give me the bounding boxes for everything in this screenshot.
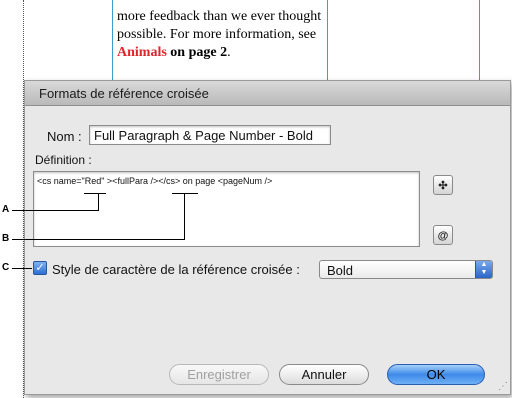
charstyle-checkbox[interactable]: ✓ [33,261,47,275]
definition-label: Définition : [35,153,92,167]
insert-text-icon: ✣ [438,180,448,192]
name-field[interactable]: Full Paragraph & Page Number - Bold [89,125,331,145]
doc-line-2: possible. For more information, see [117,27,317,42]
callout-b-line-up [184,193,185,240]
callout-b-line [12,239,184,240]
callout-a-line-up [98,193,99,211]
charstyle-select[interactable]: Bold ▲ ▼ [319,260,493,279]
charstyle-value: Bold [327,263,354,278]
insert-text-button[interactable]: ✣ [433,175,453,195]
document-text: more feedback than we ever thought possi… [117,8,327,62]
callout-b-bracket [172,193,198,194]
doc-period: . [227,45,231,60]
dialog-titlebar[interactable]: Formats de référence croisée [25,81,510,106]
cross-reference-link: Animals [117,45,167,60]
name-label: Nom : [47,129,82,144]
checkmark-icon: ✓ [35,262,45,274]
callout-c: C [2,262,10,273]
charstyle-label: Style de caractère de la référence crois… [52,262,300,277]
doc-line-1: more feedback than we ever thought [117,9,322,24]
resize-grip-icon[interactable]: ⋰ [498,381,508,392]
margin-guide [479,0,480,80]
callout-a-bracket [84,193,106,194]
cross-reference-page: on page 2 [166,45,228,60]
callout-a: A [2,204,10,215]
cancel-button[interactable]: Annuler [279,364,369,385]
save-button[interactable]: Enregistrer [169,364,269,385]
dialog-title: Formats de référence croisée [39,86,209,101]
callout-b: B [2,233,10,244]
ok-button[interactable]: OK [387,364,485,385]
insert-special-character-button[interactable]: @ [433,225,453,245]
insert-special-character-icon: @ [437,230,449,242]
definition-text: <cs name="Red" ><fullPara /></cs> on pag… [37,176,273,186]
callout-a-line [12,210,98,211]
callout-c-line [12,268,32,269]
cross-reference-formats-dialog: Formats de référence croisée Nom : Full … [24,80,511,395]
doc-line-3: Animals on page 2. [117,44,327,62]
updown-arrows-icon: ▲ ▼ [475,261,492,278]
definition-field[interactable]: <cs name="Red" ><fullPara /></cs> on pag… [33,171,420,247]
